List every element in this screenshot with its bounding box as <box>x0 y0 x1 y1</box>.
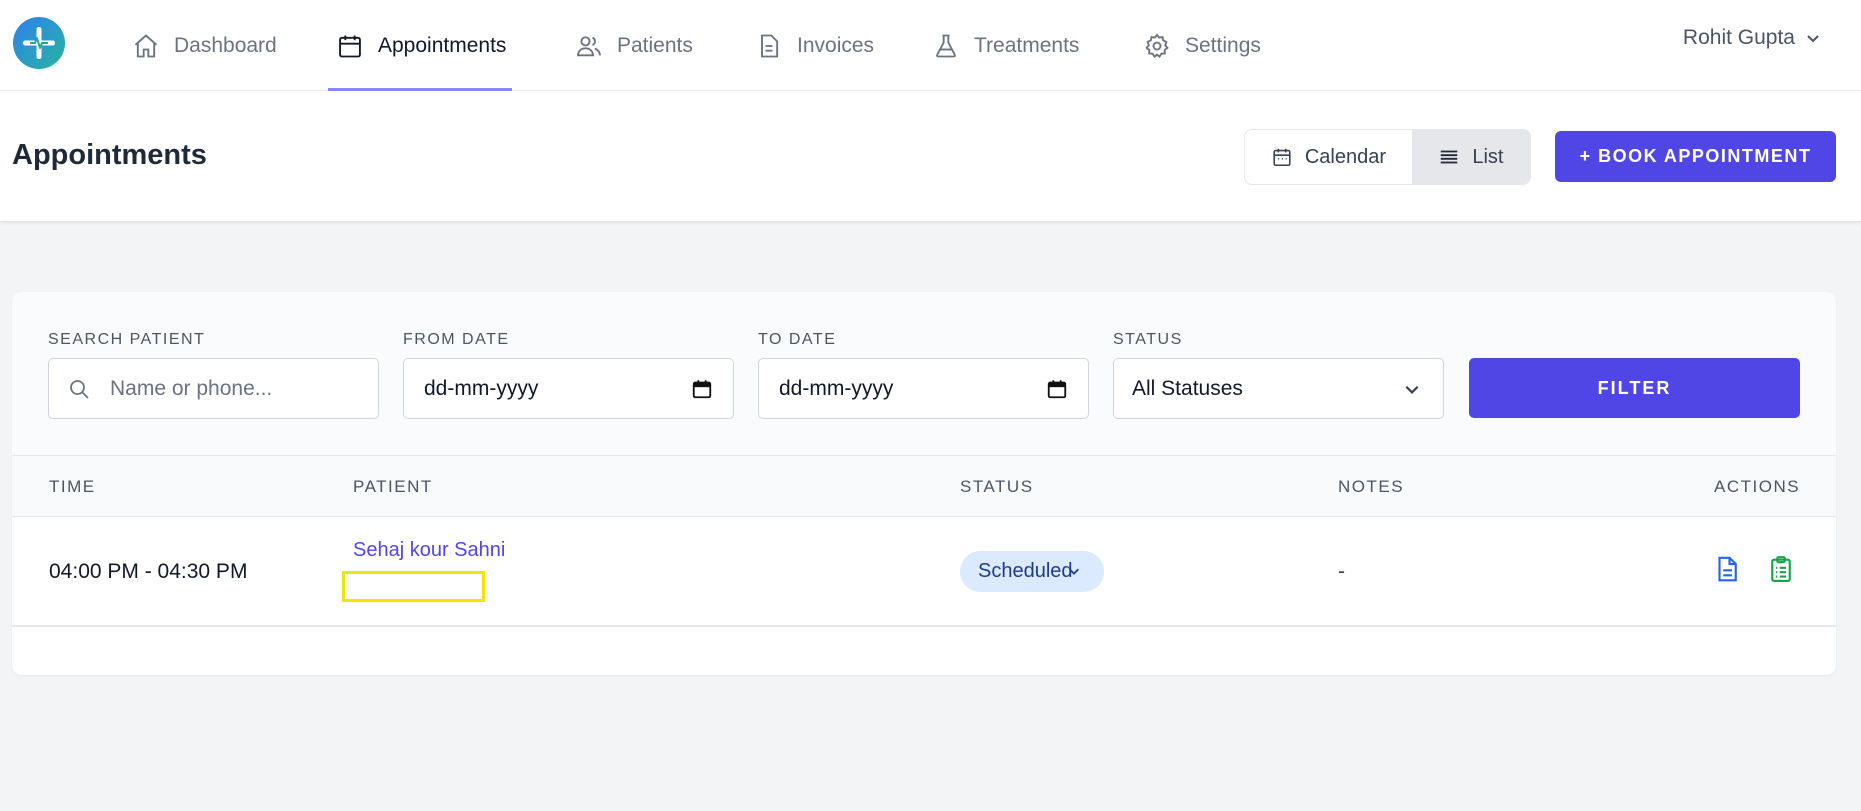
nav-invoices-label: Invoices <box>797 33 875 57</box>
nav-patients[interactable]: Patients <box>575 0 693 91</box>
top-navigation: Dashboard Appointments Patients Invoices… <box>0 0 1861 91</box>
chevron-down-icon <box>1405 385 1419 394</box>
status-select[interactable]: All Statuses <box>1113 358 1444 419</box>
flask-icon <box>936 34 956 57</box>
to-date-label: TO DATE <box>758 331 837 348</box>
nav-settings-label: Settings <box>1185 33 1261 57</box>
app-logo[interactable] <box>13 17 65 69</box>
nav-treatments[interactable]: Treatments <box>932 0 1079 91</box>
nav-appointments-label: Appointments <box>378 33 507 57</box>
from-date-input[interactable]: dd-mm-yyyy <box>403 358 734 419</box>
column-header-notes: NOTES <box>1338 477 1405 496</box>
nav-dashboard-label: Dashboard <box>174 33 277 57</box>
calendar-picker-icon[interactable] <box>691 378 713 400</box>
filter-bar: SEARCH PATIENT Name or phone... FROM DAT… <box>12 292 1836 455</box>
nav-dashboard[interactable]: Dashboard <box>132 0 277 91</box>
users-icon <box>576 35 602 56</box>
from-date-label: FROM DATE <box>403 331 510 348</box>
calendar-icon <box>1273 148 1291 167</box>
chevron-down-icon <box>1069 568 1079 575</box>
search-placeholder: Name or phone... <box>110 376 273 400</box>
search-label: SEARCH PATIENT <box>48 331 206 348</box>
user-menu[interactable]: Rohit Gupta <box>1683 26 1821 50</box>
view-toggle: Calendar List <box>1244 129 1531 185</box>
nav-patients-label: Patients <box>617 33 693 57</box>
table-row: 04:00 PM - 04:30 PM Sehaj kour Sahni Sch… <box>12 517 1836 627</box>
to-date-value: dd-mm-yyyy <box>779 376 894 400</box>
gear-icon <box>1145 32 1169 58</box>
to-date-input[interactable]: dd-mm-yyyy <box>758 358 1089 419</box>
patient-name-link[interactable]: Sehaj kour Sahni <box>353 539 505 562</box>
view-document-icon[interactable] <box>1712 554 1742 584</box>
highlight-box <box>342 571 485 602</box>
column-header-status: STATUS <box>960 477 1034 496</box>
appointment-time: 04:00 PM - 04:30 PM <box>49 560 248 583</box>
chevron-down-icon <box>1807 35 1819 43</box>
column-header-time: TIME <box>49 477 96 496</box>
appointments-card: SEARCH PATIENT Name or phone... FROM DAT… <box>12 292 1836 675</box>
calendar-icon <box>339 35 361 57</box>
column-header-actions: ACTIONS <box>1714 477 1801 496</box>
nav-appointments[interactable]: Appointments <box>327 0 513 91</box>
list-icon <box>1441 150 1458 164</box>
appointment-notes: - <box>1338 560 1345 583</box>
from-date-value: dd-mm-yyyy <box>424 376 539 400</box>
column-header-patient: PATIENT <box>353 477 433 496</box>
status-dropdown[interactable]: Scheduled <box>960 551 1104 592</box>
calendar-view-button[interactable]: Calendar <box>1245 130 1412 184</box>
filter-button[interactable]: FILTER <box>1469 358 1800 418</box>
clipboard-list-icon[interactable] <box>1766 554 1796 584</box>
document-icon <box>761 34 779 57</box>
home-icon <box>134 33 158 57</box>
list-view-button[interactable]: List <box>1411 130 1530 184</box>
user-name: Rohit Gupta <box>1682 26 1795 49</box>
nav-invoices[interactable]: Invoices <box>755 0 874 91</box>
search-input[interactable]: Name or phone... <box>48 358 379 419</box>
search-icon <box>70 379 89 399</box>
calendar-view-label: Calendar <box>1304 145 1386 168</box>
page-title: Appointments <box>12 139 207 171</box>
page-header: Appointments Calendar List + BOOK APPOIN… <box>0 91 1861 221</box>
status-value: Scheduled <box>978 560 1073 582</box>
nav-treatments-label: Treatments <box>974 33 1080 57</box>
calendar-picker-icon[interactable] <box>1046 378 1068 400</box>
nav-settings[interactable]: Settings <box>1143 0 1261 91</box>
book-appointment-button[interactable]: + BOOK APPOINTMENT <box>1555 131 1836 182</box>
list-view-label: List <box>1472 145 1504 168</box>
status-label: STATUS <box>1113 331 1183 348</box>
status-select-value: All Statuses <box>1132 376 1243 400</box>
medical-cross-icon <box>23 27 55 59</box>
table-header: TIME PATIENT STATUS NOTES ACTIONS <box>12 455 1836 517</box>
